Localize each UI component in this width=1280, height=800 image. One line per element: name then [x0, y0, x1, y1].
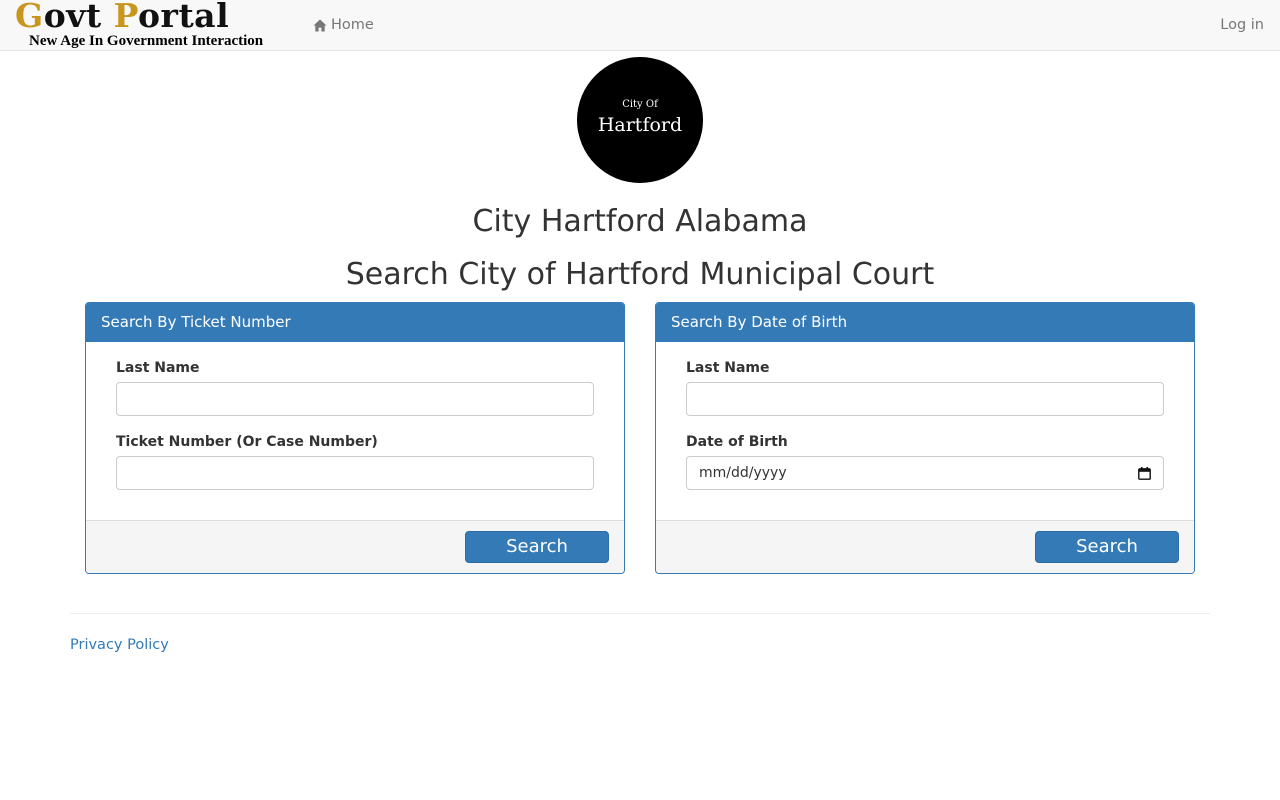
seal-big-text: Hartford	[597, 114, 683, 136]
login-link[interactable]: Log in	[1220, 15, 1264, 35]
brand-tagline: New Age In Government Interaction	[29, 33, 264, 49]
dob-label: Date of Birth	[686, 434, 788, 450]
city-seal: City Of Hartford	[577, 57, 703, 183]
court-title: Search City of Hartford Municipal Court	[345, 257, 935, 292]
dob-panel-heading: Search By Date of Birth	[656, 303, 1194, 342]
nav-home-link[interactable]: Home	[313, 15, 374, 35]
privacy-policy-link[interactable]: Privacy Policy	[70, 636, 169, 654]
dob-last-name-label: Last Name	[686, 360, 770, 376]
dob-last-name-input[interactable]	[686, 382, 1164, 416]
ticket-last-name-label: Last Name	[116, 360, 200, 376]
ticket-search-panel: Search By Ticket Number Last Name Ticket…	[85, 302, 625, 574]
city-title: City Hartford Alabama	[472, 204, 808, 239]
dob-search-button[interactable]: Search	[1035, 531, 1179, 563]
ticket-number-label: Ticket Number (Or Case Number)	[116, 434, 378, 450]
brand-logo-link[interactable]: Govt Portal New Age In Government Intera…	[15, 0, 285, 50]
dob-date-input[interactable]: mm/dd/yyyy	[686, 456, 1164, 490]
home-icon	[313, 19, 327, 31]
ticket-panel-heading: Search By Ticket Number	[86, 303, 624, 342]
navbar: Govt Portal New Age In Government Intera…	[0, 0, 1280, 51]
ticket-number-input[interactable]	[116, 456, 594, 490]
dob-date-placeholder: mm/dd/yyyy	[699, 465, 787, 481]
nav-home-label: Home	[331, 17, 374, 33]
calendar-icon[interactable]	[1138, 466, 1151, 480]
ticket-panel-body: Last Name Ticket Number (Or Case Number)	[86, 342, 624, 521]
brand-title: Govt Portal	[15, 0, 230, 35]
ticket-last-name-input[interactable]	[116, 382, 594, 416]
seal-small-text: City Of	[622, 99, 658, 110]
ticket-panel-footer: Search	[86, 520, 624, 573]
ticket-search-button[interactable]: Search	[465, 531, 609, 563]
dob-panel-body: Last Name Date of Birth mm/dd/yyyy	[656, 342, 1194, 521]
dob-search-panel: Search By Date of Birth Last Name Date o…	[655, 302, 1195, 574]
footer-divider	[70, 613, 1210, 614]
dob-panel-footer: Search	[656, 520, 1194, 573]
